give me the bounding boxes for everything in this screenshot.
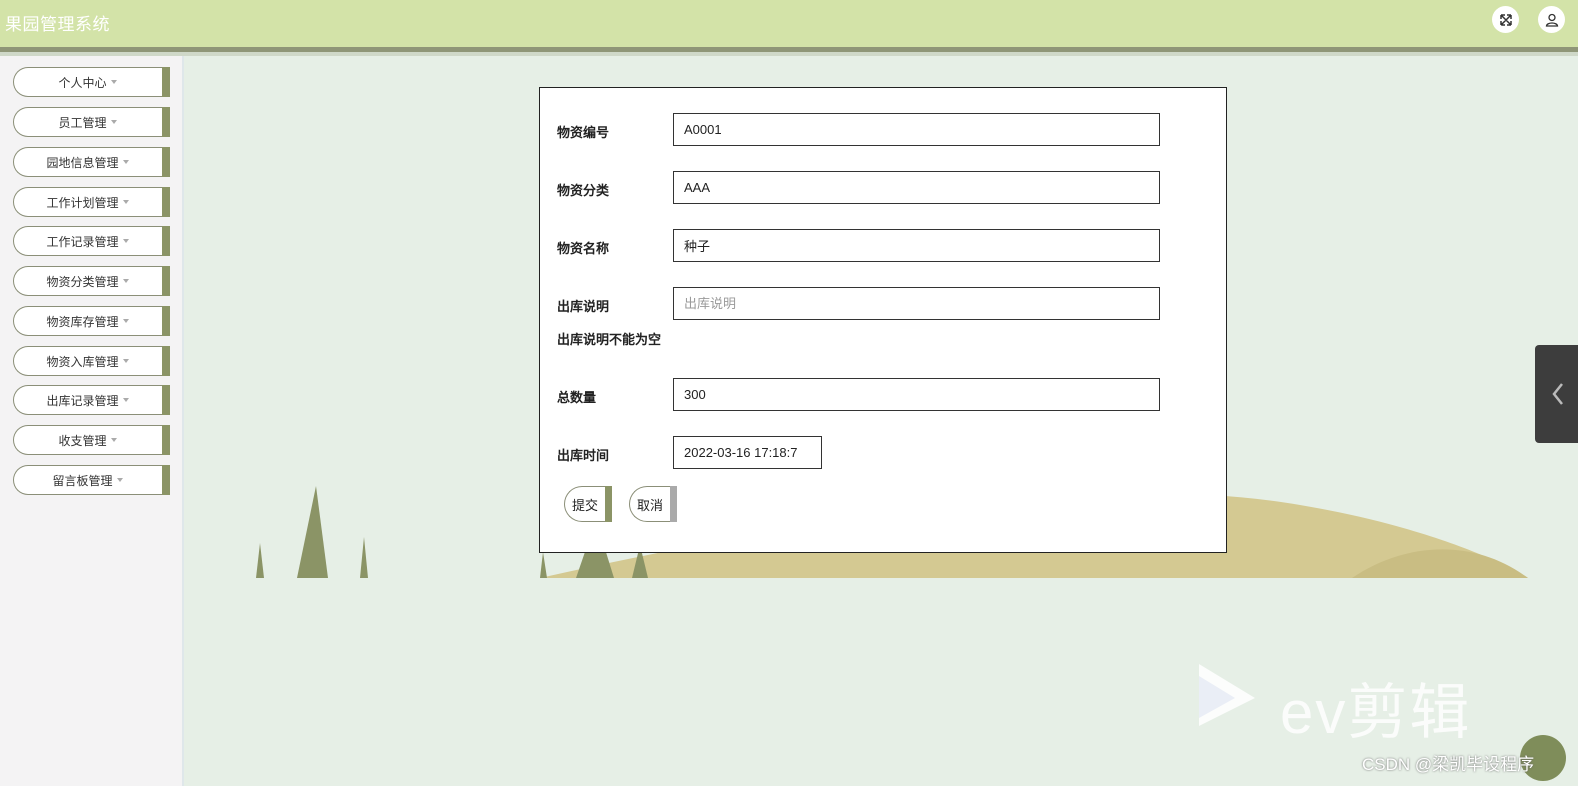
menu-accent-bar <box>162 67 170 97</box>
category-label: 物资分类 <box>557 183 610 198</box>
submit-label: 提交 <box>571 497 598 513</box>
menu-accent-bar <box>162 346 170 376</box>
submit-button[interactable]: 提交 <box>564 486 612 522</box>
caret-down-icon <box>110 80 117 84</box>
caret-down-icon <box>110 120 117 124</box>
play-logo-icon <box>1199 664 1255 726</box>
caret-down-icon <box>122 160 129 164</box>
code-label: 物资编号 <box>557 125 610 140</box>
menu-accent-bar <box>162 425 170 455</box>
caret-down-icon <box>122 279 129 283</box>
caret-down-icon <box>122 239 129 243</box>
menu-accent-bar <box>162 385 170 415</box>
caret-down-icon <box>122 359 129 363</box>
sidebar-item-work-record[interactable]: 工作记录管理 <box>13 226 170 256</box>
menu-accent-bar <box>162 187 170 217</box>
sidebar-item-finance[interactable]: 收支管理 <box>13 425 170 455</box>
sidebar-item-material-stock[interactable]: 物资库存管理 <box>13 306 170 336</box>
sidebar-item-employee[interactable]: 员工管理 <box>13 107 170 137</box>
chevron-left-icon <box>1552 383 1563 405</box>
menu-accent-bar <box>162 147 170 177</box>
sidebar-item-label: 物资分类管理 <box>46 274 119 289</box>
menu-accent-bar <box>162 266 170 296</box>
sidebar-item-label: 物资库存管理 <box>46 314 119 329</box>
menu-accent-bar <box>162 306 170 336</box>
button-accent-bar <box>605 486 612 522</box>
menu-accent-bar <box>162 107 170 137</box>
sidebar-item-outbound-record[interactable]: 出库记录管理 <box>13 385 170 415</box>
sidebar-item-label: 员工管理 <box>58 115 107 130</box>
ev-logo-text: ev剪辑 <box>1280 679 1472 746</box>
watermark-text: CSDN @梁凯毕设程序 <box>1362 755 1535 774</box>
sidebar-item-label: 工作记录管理 <box>46 234 119 249</box>
button-accent-bar <box>670 486 677 522</box>
sidebar-item-orchard-info[interactable]: 园地信息管理 <box>13 147 170 177</box>
caret-down-icon <box>122 398 129 402</box>
caret-down-icon <box>110 438 117 442</box>
remark-input[interactable] <box>673 287 1160 320</box>
sidebar-item-label: 物资入库管理 <box>46 354 119 369</box>
code-input[interactable] <box>673 113 1160 146</box>
sidebar-item-label: 收支管理 <box>58 433 107 448</box>
remark-label: 出库说明 <box>557 299 610 314</box>
sidebar-item-label: 园地信息管理 <box>46 155 119 170</box>
category-input[interactable] <box>673 171 1160 204</box>
sidebar-item-material-inbound[interactable]: 物资入库管理 <box>13 346 170 376</box>
caret-down-icon <box>116 478 123 482</box>
out-time-label: 出库时间 <box>557 448 610 463</box>
collapse-tab[interactable] <box>1535 345 1578 443</box>
name-input[interactable] <box>673 229 1160 262</box>
sidebar-item-label: 留言板管理 <box>52 473 113 488</box>
sidebar-item-material-category[interactable]: 物资分类管理 <box>13 266 170 296</box>
remark-error-message: 出库说明不能为空 <box>557 332 662 347</box>
caret-down-icon <box>122 200 129 204</box>
cancel-button[interactable]: 取消 <box>629 486 677 522</box>
caret-down-icon <box>122 319 129 323</box>
cancel-label: 取消 <box>636 497 663 513</box>
sidebar-item-work-plan[interactable]: 工作计划管理 <box>13 187 170 217</box>
sidebar-item-label: 个人中心 <box>58 75 107 90</box>
total-input[interactable] <box>673 378 1160 411</box>
sidebar-item-message-board[interactable]: 留言板管理 <box>13 465 170 495</box>
sidebar-item-label: 工作计划管理 <box>46 195 119 210</box>
sidebar-item-label: 出库记录管理 <box>46 393 119 408</box>
total-label: 总数量 <box>557 390 597 405</box>
menu-accent-bar <box>162 226 170 256</box>
menu-accent-bar <box>162 465 170 495</box>
name-label: 物资名称 <box>557 241 610 256</box>
outbound-form: 物资编号 物资分类 物资名称 出库说明 出库说明不能为空 总数量 出库时间 提交… <box>539 87 1227 553</box>
sidebar-item-personal-center[interactable]: 个人中心 <box>13 67 170 97</box>
out-time-input[interactable] <box>673 436 822 469</box>
